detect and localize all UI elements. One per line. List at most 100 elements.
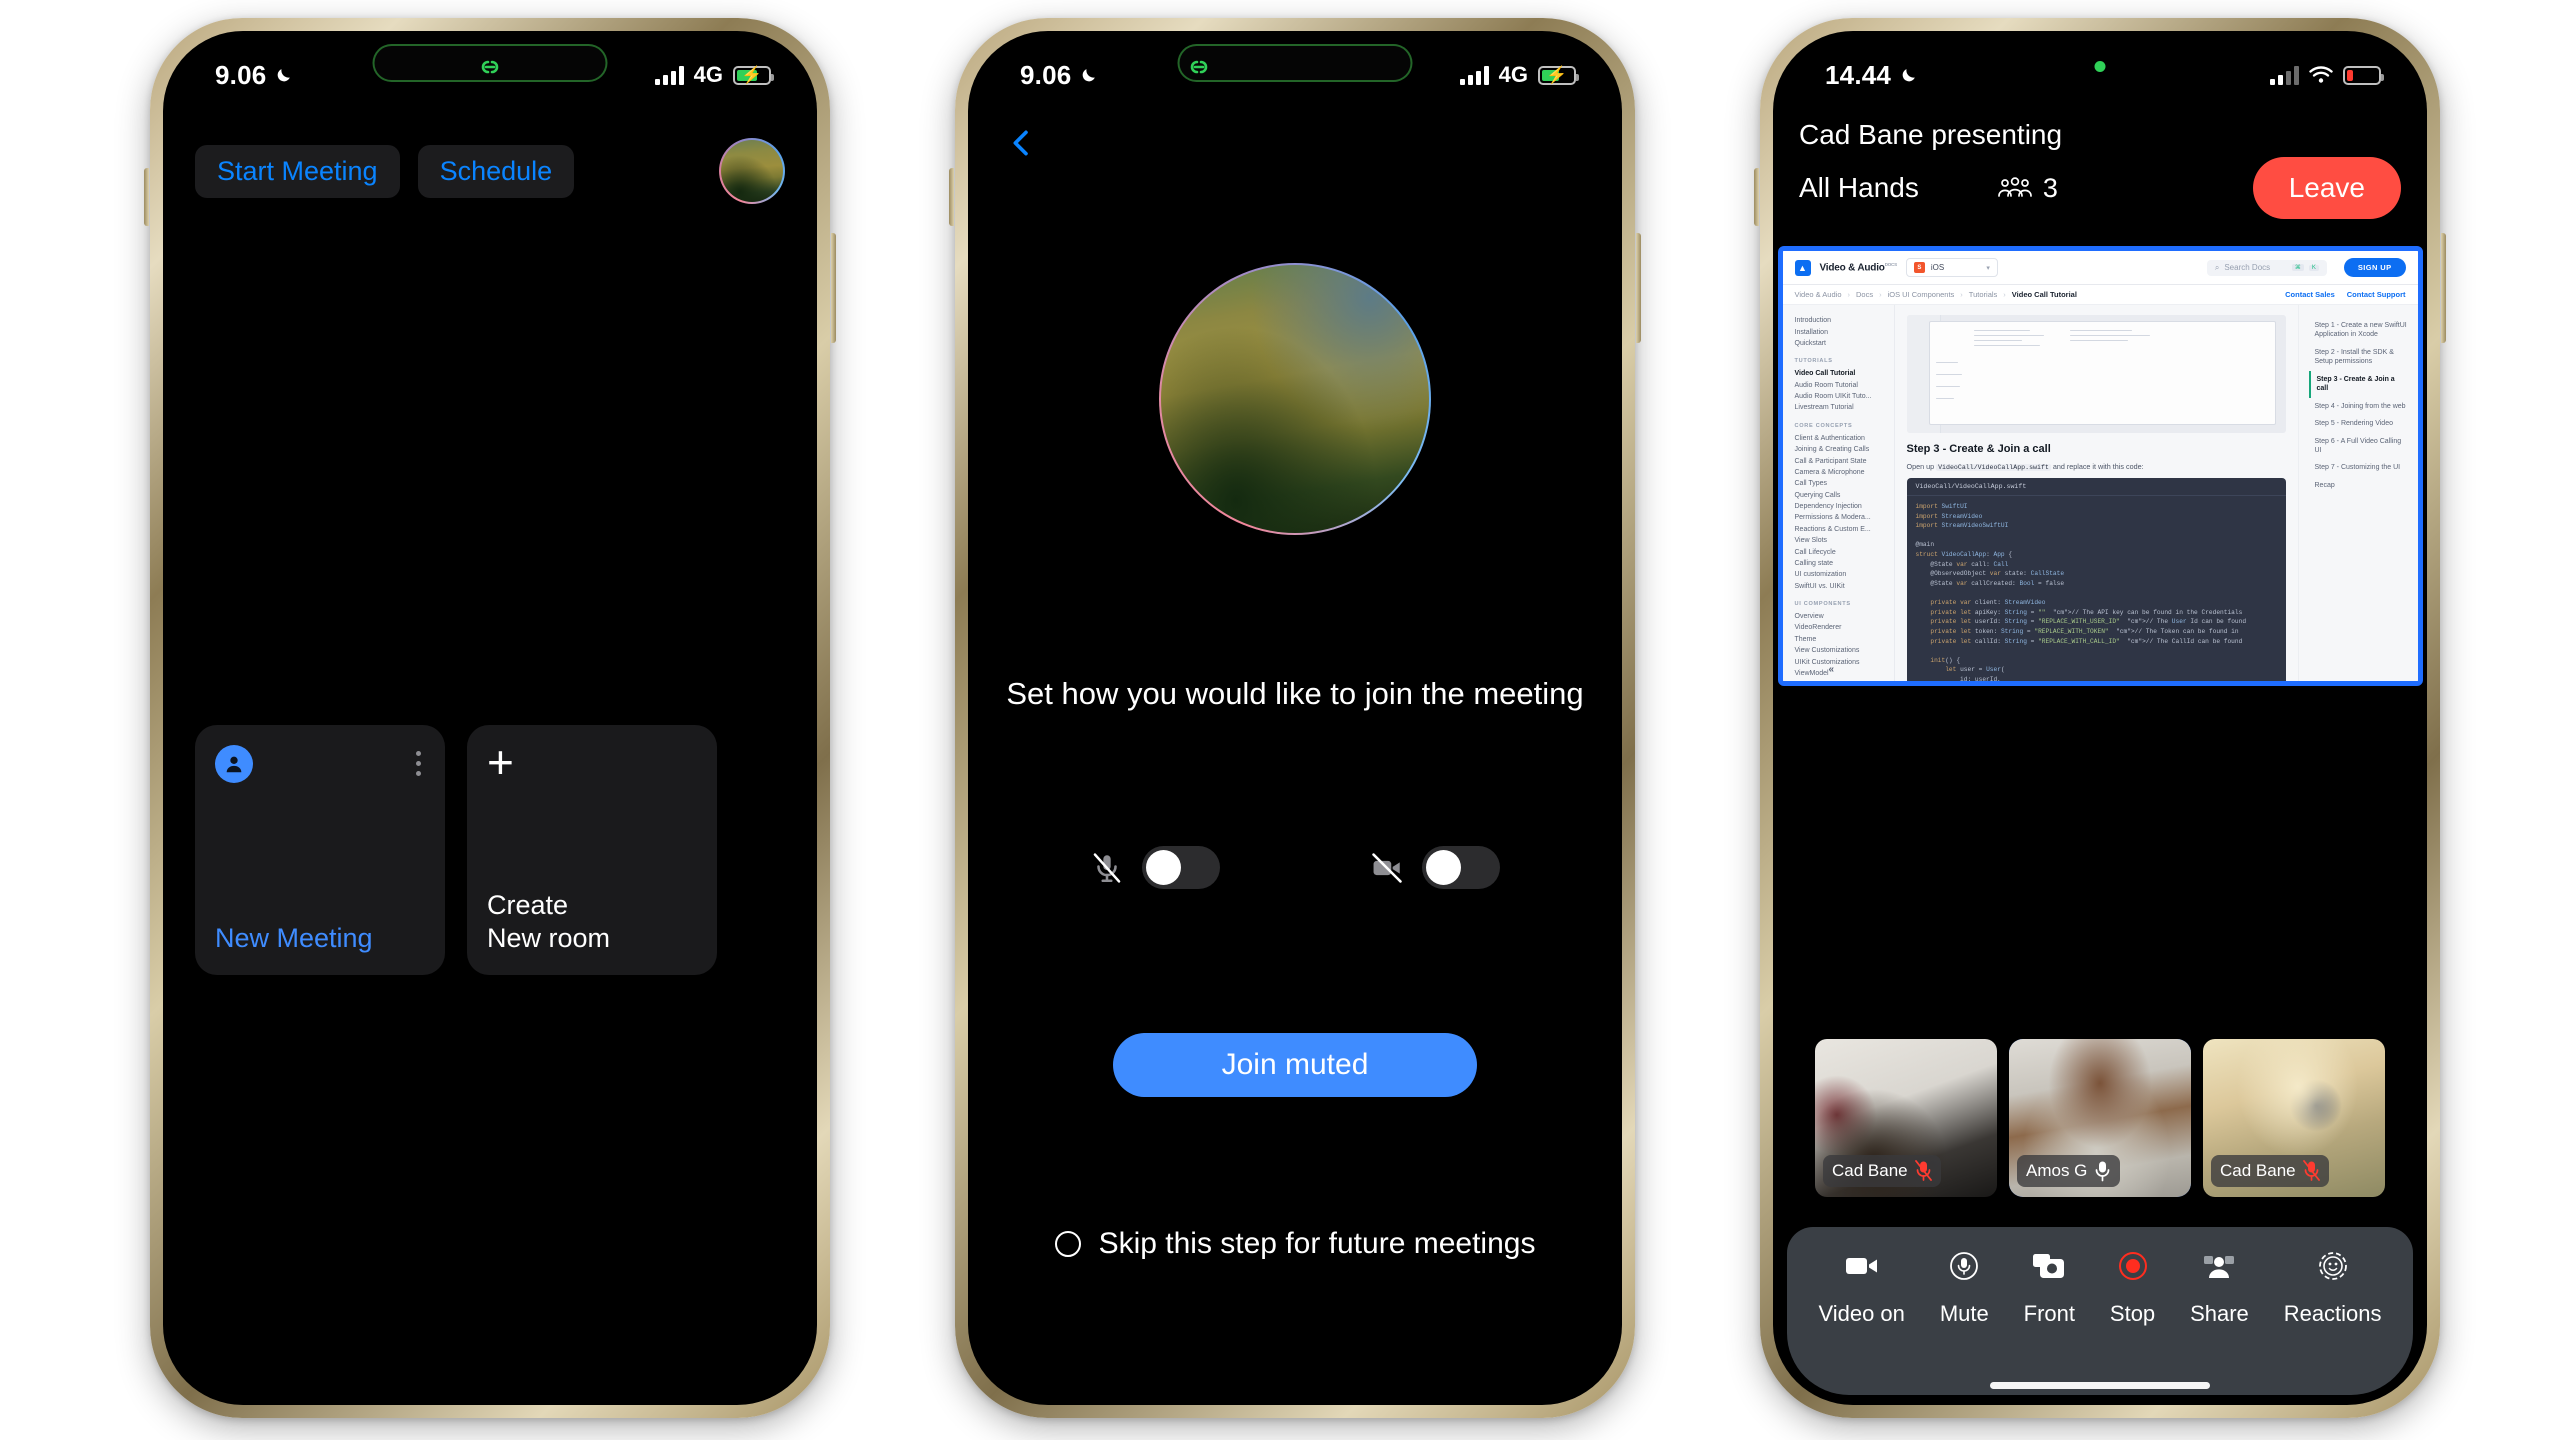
contact-support-link[interactable]: Contact Support — [2347, 290, 2406, 299]
docs-sidebar-item[interactable]: Audio Room UIKit Tuto... — [1795, 391, 1884, 402]
participant-tile[interactable]: Cad Bane — [2203, 1039, 2385, 1197]
docs-sidebar-item[interactable]: UI customization — [1795, 569, 1884, 580]
docs-sidebar-item[interactable]: Client & Authentication — [1795, 433, 1884, 444]
join-muted-button[interactable]: Join muted — [1113, 1033, 1477, 1097]
docs-step-link[interactable]: Recap — [2309, 477, 2408, 494]
control-mute[interactable]: Mute — [1940, 1249, 1989, 1327]
kebab-menu-icon[interactable] — [412, 745, 425, 782]
create-room-line1: Create — [487, 890, 569, 921]
phone-join-screen: 9.06 4G ⚡ Set how you would like to join… — [949, 18, 1641, 1418]
code-filename: VideoCall/VideoCallApp.swift — [1906, 478, 2286, 496]
docs-sidebar[interactable]: Introduction Installation Quickstart TUTORI… — [1782, 305, 1895, 681]
new-meeting-label: New Meeting — [215, 923, 373, 954]
shared-screen-stage[interactable]: ▲ Video & AudioDOCS S iOS ▾ ⌕ Search Doc… — [1773, 246, 2427, 686]
breadcrumb-item[interactable]: iOS UI Components — [1888, 290, 1955, 299]
participant-tile[interactable]: Cad Bane — [1815, 1039, 1997, 1197]
control-video-on[interactable]: Video on — [1818, 1249, 1905, 1327]
docs-sidebar-item-label: Call & Participant State — [1794, 457, 1867, 465]
shared-screen-frame[interactable]: ▲ Video & AudioDOCS S iOS ▾ ⌕ Search Doc… — [1777, 246, 2423, 686]
breadcrumb-item[interactable]: Video & Audio — [1795, 290, 1842, 299]
docs-sidebar-item[interactable]: Reactions & Custom E... — [1795, 524, 1884, 535]
docs-step-link[interactable]: Step 1 - Create a new SwiftUI Applicatio… — [2309, 317, 2408, 344]
docs-sidebar-item[interactable]: Livestream Tutorial — [1795, 402, 1884, 413]
docs-header-links: Contact Sales Contact Support — [2285, 290, 2405, 299]
participants-indicator[interactable]: 3 — [1997, 173, 2058, 204]
avatar[interactable] — [719, 138, 785, 204]
phone3-status-bar: 14.44 — [1773, 31, 2427, 97]
control-share[interactable]: Share — [2190, 1249, 2249, 1327]
sdk-selector[interactable]: S iOS ▾ — [1905, 258, 1998, 277]
docs-sidebar-item-label: View Slots — [1794, 537, 1828, 545]
tutorial-screenshot — [1906, 315, 2286, 433]
control-stop-recording[interactable]: Stop — [2110, 1249, 2155, 1327]
phone2-status-bar: 9.06 4G ⚡ — [968, 31, 1622, 97]
create-room-line2: New room — [487, 923, 611, 954]
microphone-icon — [1944, 1249, 1984, 1283]
microphone-toggle[interactable] — [1142, 846, 1220, 889]
breadcrumb-item[interactable]: Tutorials — [1969, 290, 1997, 299]
docs-sidebar-item[interactable]: Querying Calls — [1795, 490, 1884, 501]
docs-step-link[interactable]: Step 5 - Rendering Video — [2309, 415, 2408, 432]
docs-step-link[interactable]: Step 4 - Joining from the web — [2309, 398, 2408, 415]
camera-toggle[interactable] — [1422, 846, 1500, 889]
breadcrumb-sep: › — [1960, 290, 1963, 299]
docs-search-input[interactable]: ⌕ Search Docs ⌘ K — [2206, 259, 2327, 276]
docs-step-link[interactable]: Step 2 - Install the SDK & Setup permiss… — [2309, 344, 2408, 371]
docs-sidebar-item[interactable]: Permissions & Modera... — [1795, 512, 1884, 523]
docs-sidebar-item[interactable]: Calling state — [1795, 558, 1884, 569]
docs-sidebar-item[interactable]: Audio Room Tutorial — [1795, 380, 1884, 391]
docs-sidebar-item[interactable]: Camera & Microphone — [1795, 467, 1884, 478]
wifi-icon — [2309, 66, 2333, 83]
code-line: private let callId: String = "REPLACE_WI… — [1930, 637, 2243, 645]
docs-step-link[interactable]: Step 6 - A Full Video Calling UI — [2309, 433, 2408, 460]
breadcrumb-item[interactable]: Docs — [1856, 290, 1873, 299]
docs-sidebar-item[interactable]: Video Call Tutorial — [1795, 368, 1884, 379]
participants-icon — [1997, 177, 2032, 197]
sign-up-button[interactable]: SIGN UP — [2343, 258, 2406, 277]
docs-sidebar-item[interactable]: Call Types — [1795, 478, 1884, 489]
docs-sidebar-item[interactable]: Joining & Creating Calls — [1795, 444, 1884, 455]
docs-sidebar-item[interactable]: View Slots — [1795, 535, 1884, 546]
docs-sidebar-item[interactable]: SwiftUI vs. UIKit — [1795, 581, 1884, 592]
collapse-sidebar-icon[interactable]: « — [1829, 664, 1835, 675]
start-meeting-button[interactable]: Start Meeting — [195, 144, 400, 198]
docs-sidebar-item[interactable]: Call Lifecycle — [1795, 546, 1884, 557]
docs-step-link[interactable]: Step 3 - Create & Join a call — [2308, 370, 2408, 398]
docs-brand: Video & AudioDOCS — [1820, 262, 1898, 273]
control-front-camera[interactable]: Front — [2024, 1249, 2075, 1327]
camera-flip-icon — [2029, 1249, 2069, 1283]
docs-sidebar-item[interactable]: Overview — [1795, 611, 1884, 622]
back-chevron-icon[interactable] — [1004, 126, 1038, 160]
new-meeting-card[interactable]: New Meeting — [195, 725, 445, 975]
docs-sidebar-item-label: Joining & Creating Calls — [1794, 446, 1870, 454]
schedule-button[interactable]: Schedule — [417, 144, 575, 198]
docs-sidebar-item[interactable]: View Customizations — [1795, 645, 1884, 656]
control-reactions[interactable]: Reactions — [2284, 1249, 2382, 1327]
docs-sidebar-item[interactable]: UIKit Customizations — [1795, 656, 1884, 667]
status-time: 9.06 — [215, 59, 267, 90]
docs-sidebar-item[interactable]: Installation — [1795, 326, 1884, 337]
contact-sales-link[interactable]: Contact Sales — [2285, 290, 2335, 299]
leave-button[interactable]: Leave — [2252, 157, 2401, 219]
docs-sidebar-item[interactable]: Call & Participant State — [1795, 455, 1884, 466]
docs-sidebar-item[interactable]: Introduction — [1795, 315, 1884, 326]
create-new-room-card[interactable]: + Create New room — [467, 725, 717, 975]
docs-sidebar-item[interactable]: Quickstart — [1795, 338, 1884, 349]
battery-low-icon — [2343, 65, 2384, 85]
participant-tile-active[interactable]: Amos G — [2009, 1039, 2191, 1197]
participant-name: Amos G — [2026, 1161, 2088, 1180]
skip-step-row[interactable]: Skip this step for future meetings — [968, 1227, 1622, 1261]
docs-sidebar-item[interactable]: Dependency Injection — [1795, 501, 1884, 512]
docs-step-link[interactable]: Step 7 - Customizing the UI — [2309, 459, 2408, 476]
microphone-toggle-group — [1090, 846, 1220, 889]
status-right: 4G ⚡ — [654, 62, 774, 88]
docs-sidebar-item[interactable]: Theme — [1795, 634, 1884, 645]
skip-step-radio[interactable] — [1054, 1231, 1081, 1257]
docs-sidebar-item[interactable]: Call› — [1795, 679, 1884, 681]
docs-sidebar-item[interactable]: VideoRenderer — [1795, 622, 1884, 633]
docs-steps-rail[interactable]: Step 1 - Create a new SwiftUI Applicatio… — [2297, 305, 2418, 681]
docs-sidebar-item[interactable]: ViewModel — [1795, 668, 1884, 679]
code-line: @main — [1915, 541, 1935, 549]
inline-code: VideoCall/VideoCallApp.swift — [1936, 464, 2051, 471]
home-indicator — [1990, 1382, 2210, 1389]
